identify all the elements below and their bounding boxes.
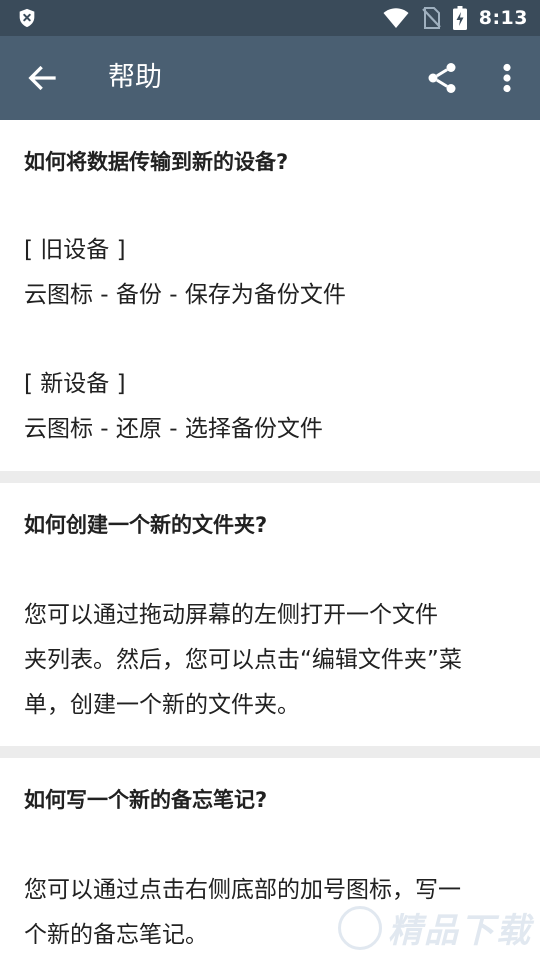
card-line: 云图标 - 备份 - 保存为备份文件 [24,282,346,308]
card-line: [ 旧设备 ] [24,237,126,263]
watermark-text: 精品下载 [388,911,532,951]
share-icon[interactable] [424,60,460,96]
help-card-transfer: 如何将数据传输到新的设备? [ 旧设备 ] 云图标 - 备份 - 保存为备份文件… [0,120,540,471]
status-time: 8:13 [478,7,528,29]
page-title: 帮助 [108,62,162,93]
help-card-folder: 如何创建一个新的文件夹? 您可以通过拖动屏幕的左侧打开一个文件 夹列表。然后，您… [0,483,540,746]
card-title: 如何写一个新的备忘笔记? [24,788,268,812]
more-vertical-icon[interactable] [492,60,522,96]
status-bar: 8:13 [0,0,540,36]
watermark: 精品下载 [338,903,532,952]
card-line: [ 新设备 ] [24,371,126,397]
card-line: 夹列表。然后，您可以点击“编辑文件夹”菜 [24,647,462,673]
card-line: 单，创建一个新的文件夹。 [24,692,300,718]
card-title: 如何创建一个新的文件夹? [24,513,268,537]
no-sim-icon [421,7,441,29]
arrow-left-icon[interactable] [24,60,60,96]
app-bar: 帮助 [0,36,540,120]
wifi-icon [383,8,409,29]
battery-charging-icon [452,6,467,30]
shield-x-icon [19,8,35,28]
status-icons: 8:13 [383,0,528,36]
card-line: 您可以通过拖动屏幕的左侧打开一个文件 [24,602,438,628]
card-title: 如何将数据传输到新的设备? [24,150,289,174]
card-line: 云图标 - 还原 - 选择备份文件 [24,416,323,442]
watermark-logo-icon [338,905,382,950]
help-content[interactable]: 如何将数据传输到新的设备? [ 旧设备 ] 云图标 - 备份 - 保存为备份文件… [0,120,540,960]
